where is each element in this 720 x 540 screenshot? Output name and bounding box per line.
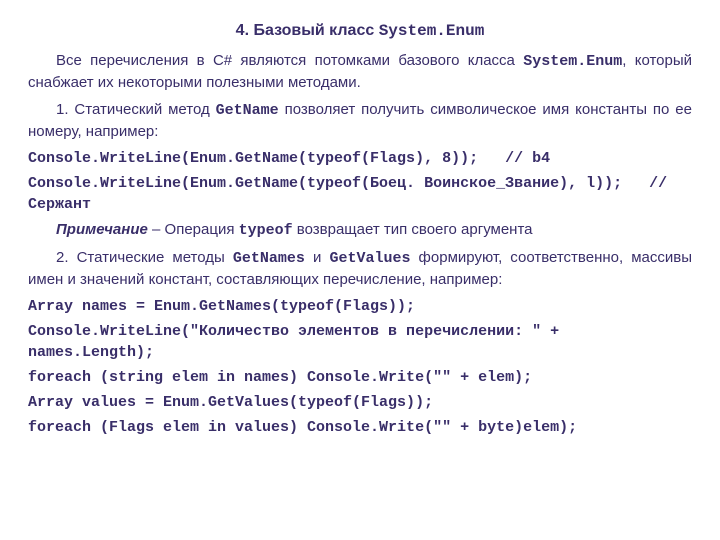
heading-code: System.Enum xyxy=(379,22,485,40)
code-line-4: Console.WriteLine("Количество элементов … xyxy=(28,321,692,363)
note-suffix: возвращает тип своего аргумента xyxy=(293,221,533,238)
section-heading: 4. Базовый класс System.Enum xyxy=(28,20,692,42)
note-code: typeof xyxy=(239,222,293,239)
p2-method: GetName xyxy=(216,102,279,119)
p1-code: System.Enum xyxy=(523,53,622,70)
paragraph-intro: Все перечисления в С# являются потомками… xyxy=(28,50,692,93)
p3-mid: и xyxy=(305,249,330,266)
code-line-2: Console.WriteLine(Enum.GetName(typeof(Бо… xyxy=(28,173,692,215)
p3-m2: GetValues xyxy=(329,250,410,267)
note-label: Примечание xyxy=(56,221,148,238)
code-line-3: Array names = Enum.GetNames(typeof(Flags… xyxy=(28,296,692,317)
code-line-6: Array values = Enum.GetValues(typeof(Fla… xyxy=(28,392,692,413)
note-paragraph: Примечание – Операция typeof возвращает … xyxy=(28,219,692,241)
code-line-5: foreach (string elem in names) Console.W… xyxy=(28,367,692,388)
p3-m1: GetNames xyxy=(233,250,305,267)
code-line-7: foreach (Flags elem in values) Console.W… xyxy=(28,417,692,438)
note-prefix: Операция xyxy=(165,221,239,238)
note-dash: – xyxy=(148,221,165,238)
p1-prefix: Все перечисления в С# являются потомками… xyxy=(56,52,523,69)
paragraph-getnames: 2. Статические методы GetNames и GetValu… xyxy=(28,247,692,290)
p2-prefix: 1. Статический метод xyxy=(56,101,216,118)
paragraph-getname: 1. Статический метод GetName позволяет п… xyxy=(28,99,692,142)
heading-number: 4. xyxy=(236,22,254,39)
code-line-1: Console.WriteLine(Enum.GetName(typeof(Fl… xyxy=(28,148,692,169)
p3-prefix: 2. Статические методы xyxy=(56,249,233,266)
heading-title: Базовый класс xyxy=(253,22,378,39)
